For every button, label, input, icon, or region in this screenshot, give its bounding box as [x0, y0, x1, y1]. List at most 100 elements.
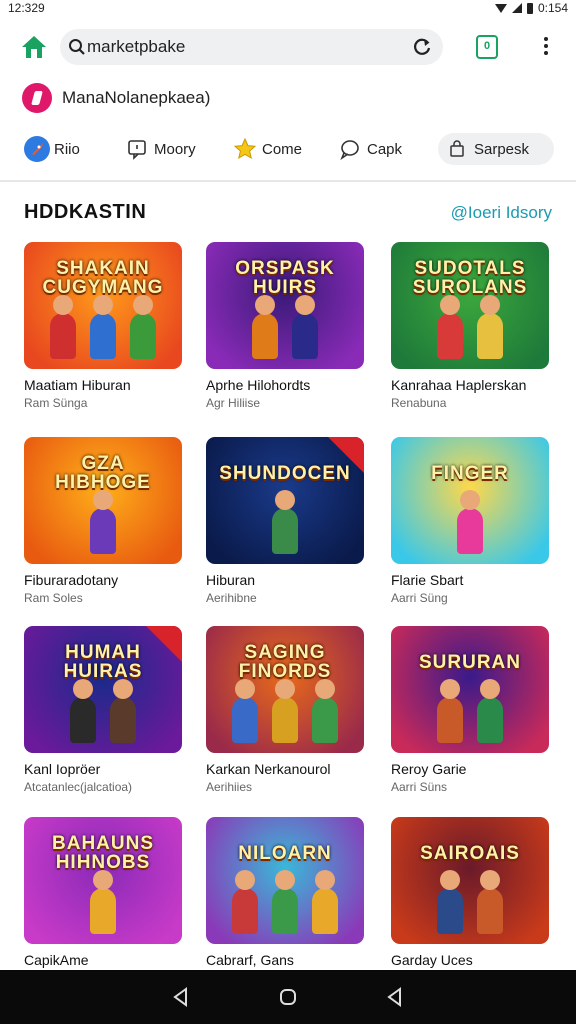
game-title[interactable]: Reroy Garie [391, 761, 549, 777]
character-head [93, 295, 113, 315]
game-thumbnail[interactable]: SHUNDOCEN [206, 437, 364, 564]
game-card[interactable]: SAGING FINORDS Karkan Nerkanourol Aerihiie… [206, 626, 364, 794]
game-thumbnail[interactable]: HUMAH HUIRAS [24, 626, 182, 753]
game-subtitle: Ram Soles [24, 591, 83, 605]
game-thumbnail[interactable]: SAIROAIS [391, 817, 549, 944]
game-card[interactable]: ORSPASK HUIRS Aprhe Hilohordts Agr Hiliise [206, 242, 364, 410]
game-logo-text: SAIROAIS [420, 842, 520, 864]
game-card[interactable]: SAIROAIS Garday Uces [391, 817, 549, 971]
game-card[interactable]: SHUNDOCEN Hiburan Aerihibne [206, 437, 364, 605]
recents-icon[interactable] [382, 984, 408, 1010]
home-circle-icon[interactable] [275, 984, 301, 1010]
game-card[interactable]: BAHAUNS HIHNOBS CapikAme [24, 817, 182, 971]
chip-riio[interactable]: Riio [18, 133, 90, 165]
divider [0, 180, 576, 182]
game-card[interactable]: NILOARN Cabrarf, Gans [206, 817, 364, 971]
character-figure [437, 697, 463, 743]
character-figure [90, 508, 116, 554]
character-head [275, 490, 295, 510]
game-thumbnail[interactable]: SHAKAIN CUGYMANG [24, 242, 182, 369]
character-head [255, 295, 275, 315]
game-subtitle: Aerihiies [206, 780, 253, 794]
game-title[interactable]: Aprhe Hilohordts [206, 377, 364, 393]
character-figure [50, 313, 76, 359]
character-figure [70, 697, 96, 743]
character-figure [232, 697, 258, 743]
site-logo[interactable] [22, 83, 52, 113]
chip-come[interactable]: Come [226, 133, 312, 165]
game-card[interactable]: GZA HIBHOGE Fiburaradotany Ram Soles [24, 437, 182, 605]
search-icon [68, 38, 86, 56]
game-subtitle: Aarri Süng [391, 591, 448, 605]
game-card[interactable]: SHAKAIN CUGYMANG Maatiam Hiburan Ram Sünga [24, 242, 182, 410]
character-figure [90, 888, 116, 934]
game-subtitle: Aarri Süns [391, 780, 448, 794]
game-title[interactable]: Karkan Nerkanourol [206, 761, 364, 777]
game-title[interactable]: CapikAme [24, 952, 182, 968]
game-title[interactable]: Kanl Iopröer [24, 761, 182, 777]
game-thumbnail[interactable]: SAGING FINORDS [206, 626, 364, 753]
status-bar: 12:329 0:154 [0, 0, 576, 18]
character-figure [110, 697, 136, 743]
game-logo-text: NILOARN [238, 842, 332, 864]
game-thumbnail[interactable]: BAHAUNS HIHNOBS [24, 817, 182, 944]
character-head [113, 679, 133, 699]
game-thumbnail[interactable]: FINGER [391, 437, 549, 564]
game-card[interactable]: SURURAN Reroy Garie Aarri Süns [391, 626, 549, 794]
game-logo-text: SUDOTALS SUROLANS [412, 258, 528, 298]
game-card[interactable]: FINGER Flarie Sbart Aarri Süng [391, 437, 549, 605]
game-title[interactable]: Hiburan [206, 572, 364, 588]
game-logo-text: SURURAN [419, 651, 521, 673]
section-link[interactable]: @Ioeri Idsory [451, 203, 552, 223]
section-title: HDDKASTIN [24, 201, 147, 223]
more-vert-icon[interactable] [536, 34, 556, 60]
chip-moory[interactable]: Moory [118, 133, 206, 165]
game-title[interactable]: Flarie Sbart [391, 572, 549, 588]
back-icon[interactable] [168, 984, 194, 1010]
chip-capk[interactable]: Capk [331, 133, 412, 165]
character-figure [292, 313, 318, 359]
character-head [480, 870, 500, 890]
game-subtitle: Renabuna [391, 396, 447, 410]
category-chips: Riio Moory Come Capk Sarpesk [18, 133, 568, 169]
character-figure [272, 508, 298, 554]
game-title[interactable]: Cabrarf, Gans [206, 952, 364, 968]
system-nav-bar [0, 970, 576, 1024]
character-head [133, 295, 153, 315]
game-title[interactable]: Maatiam Hiburan [24, 377, 182, 393]
corner-ribbon [146, 626, 182, 662]
game-card[interactable]: SUDOTALS SUROLANS Kanrahaa Haplerskan Rena… [391, 242, 549, 410]
character-head [235, 870, 255, 890]
game-title[interactable]: Fiburaradotany [24, 572, 182, 588]
chip-label: Come [262, 140, 303, 158]
browser-toolbar: marketpbake 0 [0, 24, 576, 70]
character-head [53, 295, 73, 315]
character-figure [130, 313, 156, 359]
character-head [315, 870, 335, 890]
character-figure [477, 697, 503, 743]
character-figure [437, 313, 463, 359]
status-time: 12:329 [8, 1, 45, 15]
game-logo-text: BAHAUNS HIHNOBS [52, 833, 154, 873]
character-figure [252, 313, 278, 359]
tabs-icon[interactable]: 0 [476, 35, 498, 59]
speech-bubble-icon [337, 136, 363, 162]
game-card[interactable]: HUMAH HUIRAS Kanl Iopröer Atcatanlec(jalca… [24, 626, 182, 794]
character-head [315, 679, 335, 699]
game-thumbnail[interactable]: SURURAN [391, 626, 549, 753]
url-bar[interactable]: marketpbake [60, 29, 443, 65]
chat-icon [124, 136, 150, 162]
game-thumbnail[interactable]: GZA HIBHOGE [24, 437, 182, 564]
character-head [440, 295, 460, 315]
chip-sarpesk[interactable]: Sarpesk [438, 133, 554, 165]
url-text[interactable]: marketpbake [87, 37, 185, 57]
reload-icon[interactable] [411, 36, 433, 58]
game-subtitle: Agr Hiliise [206, 396, 261, 410]
game-thumbnail[interactable]: NILOARN [206, 817, 364, 944]
status-icons: 0:154 [494, 1, 568, 15]
game-title[interactable]: Garday Uces [391, 952, 549, 968]
game-title[interactable]: Kanrahaa Haplerskan [391, 377, 549, 393]
game-thumbnail[interactable]: SUDOTALS SUROLANS [391, 242, 549, 369]
game-thumbnail[interactable]: ORSPASK HUIRS [206, 242, 364, 369]
home-icon[interactable] [20, 34, 48, 60]
